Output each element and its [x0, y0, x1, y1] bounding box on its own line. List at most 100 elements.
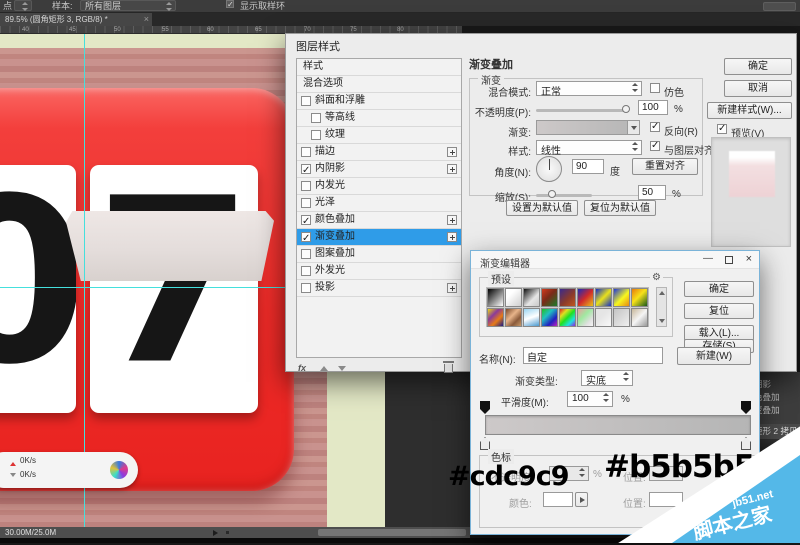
checkbox[interactable]	[301, 181, 311, 191]
smoothness-input[interactable]: 100	[567, 391, 613, 407]
gradient-swatch[interactable]	[536, 120, 640, 135]
new-button[interactable]: 新建(W)	[677, 347, 751, 365]
gradient-preset[interactable]	[487, 308, 504, 327]
move-effect-down-icon[interactable]	[338, 366, 346, 371]
sample-layers-dropdown[interactable]: 所有图层	[80, 0, 176, 11]
gradient-preset[interactable]	[541, 308, 558, 327]
gear-icon[interactable]: ⚙	[650, 272, 663, 283]
gradient-preset[interactable]	[577, 288, 594, 307]
gradient-preset[interactable]	[559, 288, 576, 307]
gradient-preset[interactable]	[487, 288, 504, 307]
gradient-preset[interactable]	[505, 308, 522, 327]
document-tab-title: 89.5% (圆角矩形 3, RGB/8) *	[5, 15, 108, 24]
styles-list: 样式 混合选项 斜面和浮雕 等高线 纹理 描边 内阴影 内发光 光泽 颜色叠加 …	[296, 58, 462, 358]
add-effect-icon[interactable]	[447, 283, 457, 293]
delete-effect-icon[interactable]	[443, 361, 454, 373]
style-preview-thumbnail	[729, 151, 775, 197]
gradient-preset[interactable]	[505, 288, 522, 307]
checkbox[interactable]	[301, 198, 311, 208]
style-item-color-overlay[interactable]: 颜色叠加	[297, 212, 461, 230]
flip-card-right: 7	[90, 165, 258, 413]
gradient-type-select[interactable]: 实底	[581, 370, 633, 387]
blend-mode-select[interactable]: 正常	[536, 81, 642, 98]
scale-input[interactable]: 50	[638, 185, 666, 200]
checkbox[interactable]	[301, 266, 311, 276]
angle-dial[interactable]	[536, 156, 562, 182]
style-item-outer-glow[interactable]: 外发光	[297, 263, 461, 280]
color-picker-arrow-icon[interactable]	[575, 492, 588, 507]
name-input[interactable]: 自定	[523, 347, 663, 364]
opacity-stop-right[interactable]	[741, 401, 751, 414]
reset-default-button[interactable]: 复位为默认值	[584, 200, 656, 216]
gradient-preset[interactable]	[541, 288, 558, 307]
gradient-preset[interactable]	[559, 308, 576, 327]
dropdown-arrow-icon[interactable]	[627, 121, 639, 134]
gradient-preset[interactable]	[577, 308, 594, 327]
gradient-preview-bar[interactable]	[485, 415, 751, 435]
checkbox[interactable]	[301, 231, 311, 247]
tool-option-fragment-label: 点	[3, 1, 13, 11]
set-default-button[interactable]: 设置为默认值	[506, 200, 578, 216]
reset-button[interactable]: 复位	[684, 303, 754, 319]
gradient-preset[interactable]	[631, 288, 648, 307]
move-effect-up-icon[interactable]	[320, 366, 328, 371]
maximize-icon[interactable]	[725, 256, 733, 264]
opacity-stop-left[interactable]	[480, 401, 490, 414]
flip-tab-shape	[66, 211, 274, 281]
gradient-preset[interactable]	[595, 308, 612, 327]
style-item-styles[interactable]: 样式	[297, 59, 461, 76]
checkbox[interactable]	[301, 96, 311, 106]
checkbox[interactable]	[301, 214, 311, 230]
cancel-button[interactable]: 取消	[724, 80, 792, 97]
fx-icon[interactable]: fx	[298, 363, 306, 373]
checkbox[interactable]	[301, 163, 311, 179]
angle-input[interactable]: 90	[572, 159, 604, 174]
style-label: 样式:	[508, 147, 531, 158]
opacity-slider[interactable]	[536, 109, 626, 112]
add-effect-icon[interactable]	[447, 232, 457, 242]
tab-close-icon[interactable]: ×	[144, 13, 149, 26]
dither-checkbox[interactable]	[650, 83, 660, 93]
style-item-pattern-overlay[interactable]: 图案叠加	[297, 246, 461, 263]
style-item-gradient-overlay[interactable]: 渐变叠加	[297, 229, 461, 247]
scale-slider[interactable]	[536, 194, 592, 197]
scale-slider-handle[interactable]	[548, 190, 556, 198]
checkbox[interactable]	[301, 249, 311, 259]
gradient-preset[interactable]	[523, 308, 540, 327]
dialog-titlebar[interactable]: 渐变编辑器 — ×	[471, 251, 759, 270]
gradient-style-select[interactable]: 线性	[536, 140, 642, 157]
opacity-input[interactable]: 100	[638, 100, 668, 115]
close-icon[interactable]: ×	[746, 253, 752, 265]
ok-button[interactable]: 确定	[724, 58, 792, 75]
checkbox[interactable]	[301, 147, 311, 157]
checkbox[interactable]	[311, 113, 321, 123]
add-effect-icon[interactable]	[447, 215, 457, 225]
show-sampling-ring-checkbox[interactable]	[226, 0, 234, 11]
status-play-icon[interactable]	[213, 530, 221, 536]
preview-checkbox[interactable]	[717, 123, 727, 134]
align-with-layer-checkbox[interactable]	[650, 140, 660, 151]
workspace-button-fragment[interactable]	[763, 2, 796, 11]
horizontal-scrollbar-thumb[interactable]	[318, 529, 466, 536]
checkbox[interactable]	[301, 283, 311, 293]
presets-scrollbar[interactable]	[656, 287, 667, 327]
gradient-preset[interactable]	[613, 308, 630, 327]
reset-alignment-button[interactable]: 重置对齐	[632, 158, 698, 175]
ok-button[interactable]: 确定	[684, 281, 754, 297]
document-tab[interactable]: 89.5% (圆角矩形 3, RGB/8) * ×	[0, 13, 152, 26]
minimize-icon[interactable]: —	[701, 254, 715, 266]
opacity-slider-handle[interactable]	[622, 105, 630, 113]
new-style-button[interactable]: 新建样式(W)...	[707, 102, 792, 119]
stop-color-swatch[interactable]	[543, 492, 573, 507]
style-item-drop-shadow[interactable]: 投影	[297, 280, 461, 297]
status-dot-icon	[226, 531, 229, 534]
checkbox[interactable]	[311, 130, 321, 140]
gradient-preset[interactable]	[631, 308, 648, 327]
preset-grid	[486, 287, 649, 327]
gradient-preset[interactable]	[613, 288, 630, 307]
gradient-preset[interactable]	[595, 288, 612, 307]
gradient-preset[interactable]	[523, 288, 540, 307]
flip-card-left: 0	[0, 165, 76, 413]
reverse-checkbox[interactable]	[650, 121, 660, 132]
sample-size-dropdown[interactable]	[14, 0, 32, 11]
